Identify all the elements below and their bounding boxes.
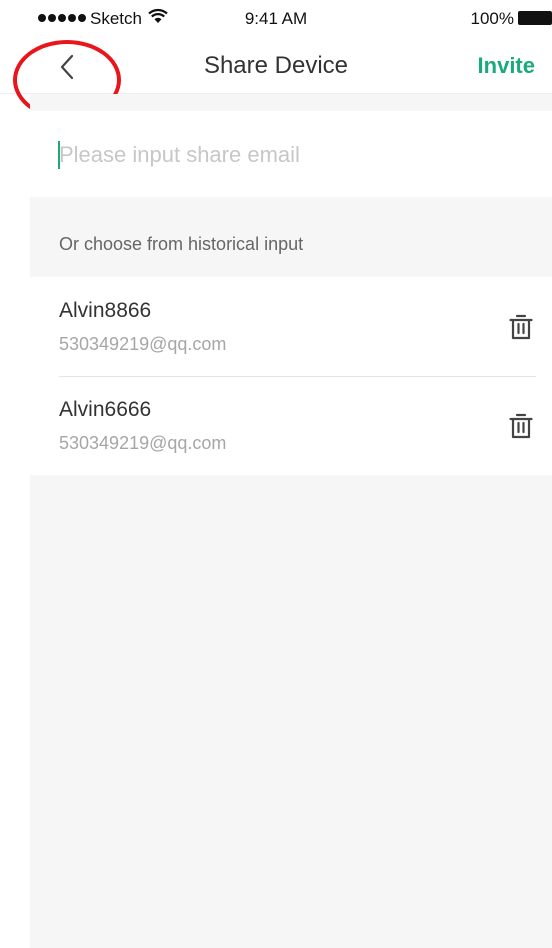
- battery-percentage: 100%: [470, 9, 514, 28]
- history-item-email: 530349219@qq.com: [59, 334, 227, 354]
- navigation-bar: Share Device Invite: [0, 38, 552, 120]
- delete-button[interactable]: [506, 312, 536, 342]
- history-item-email: 530349219@qq.com: [59, 433, 227, 453]
- trash-icon: [509, 314, 533, 340]
- history-item[interactable]: Alvin6666 530349219@qq.com: [30, 376, 552, 475]
- history-item[interactable]: Alvin8866 530349219@qq.com: [30, 277, 552, 376]
- history-list: Alvin8866 530349219@qq.com Alvin6666 530…: [30, 277, 552, 475]
- main-content: Or choose from historical input Alvin886…: [30, 94, 552, 948]
- history-item-name: Alvin6666: [59, 398, 152, 421]
- clock: 9:41 AM: [244, 9, 308, 28]
- share-email-input[interactable]: [59, 137, 529, 173]
- delete-button[interactable]: [506, 411, 536, 441]
- email-input-row: [30, 111, 552, 197]
- battery-icon: [518, 11, 552, 25]
- trash-icon: [509, 413, 533, 439]
- history-item-name: Alvin8866: [59, 299, 152, 322]
- invite-button[interactable]: Invite: [478, 53, 535, 79]
- history-section-header: Or choose from historical input: [59, 234, 304, 254]
- page-title: Share Device: [203, 52, 349, 79]
- status-bar: Sketch 9:41 AM 100%: [0, 0, 552, 38]
